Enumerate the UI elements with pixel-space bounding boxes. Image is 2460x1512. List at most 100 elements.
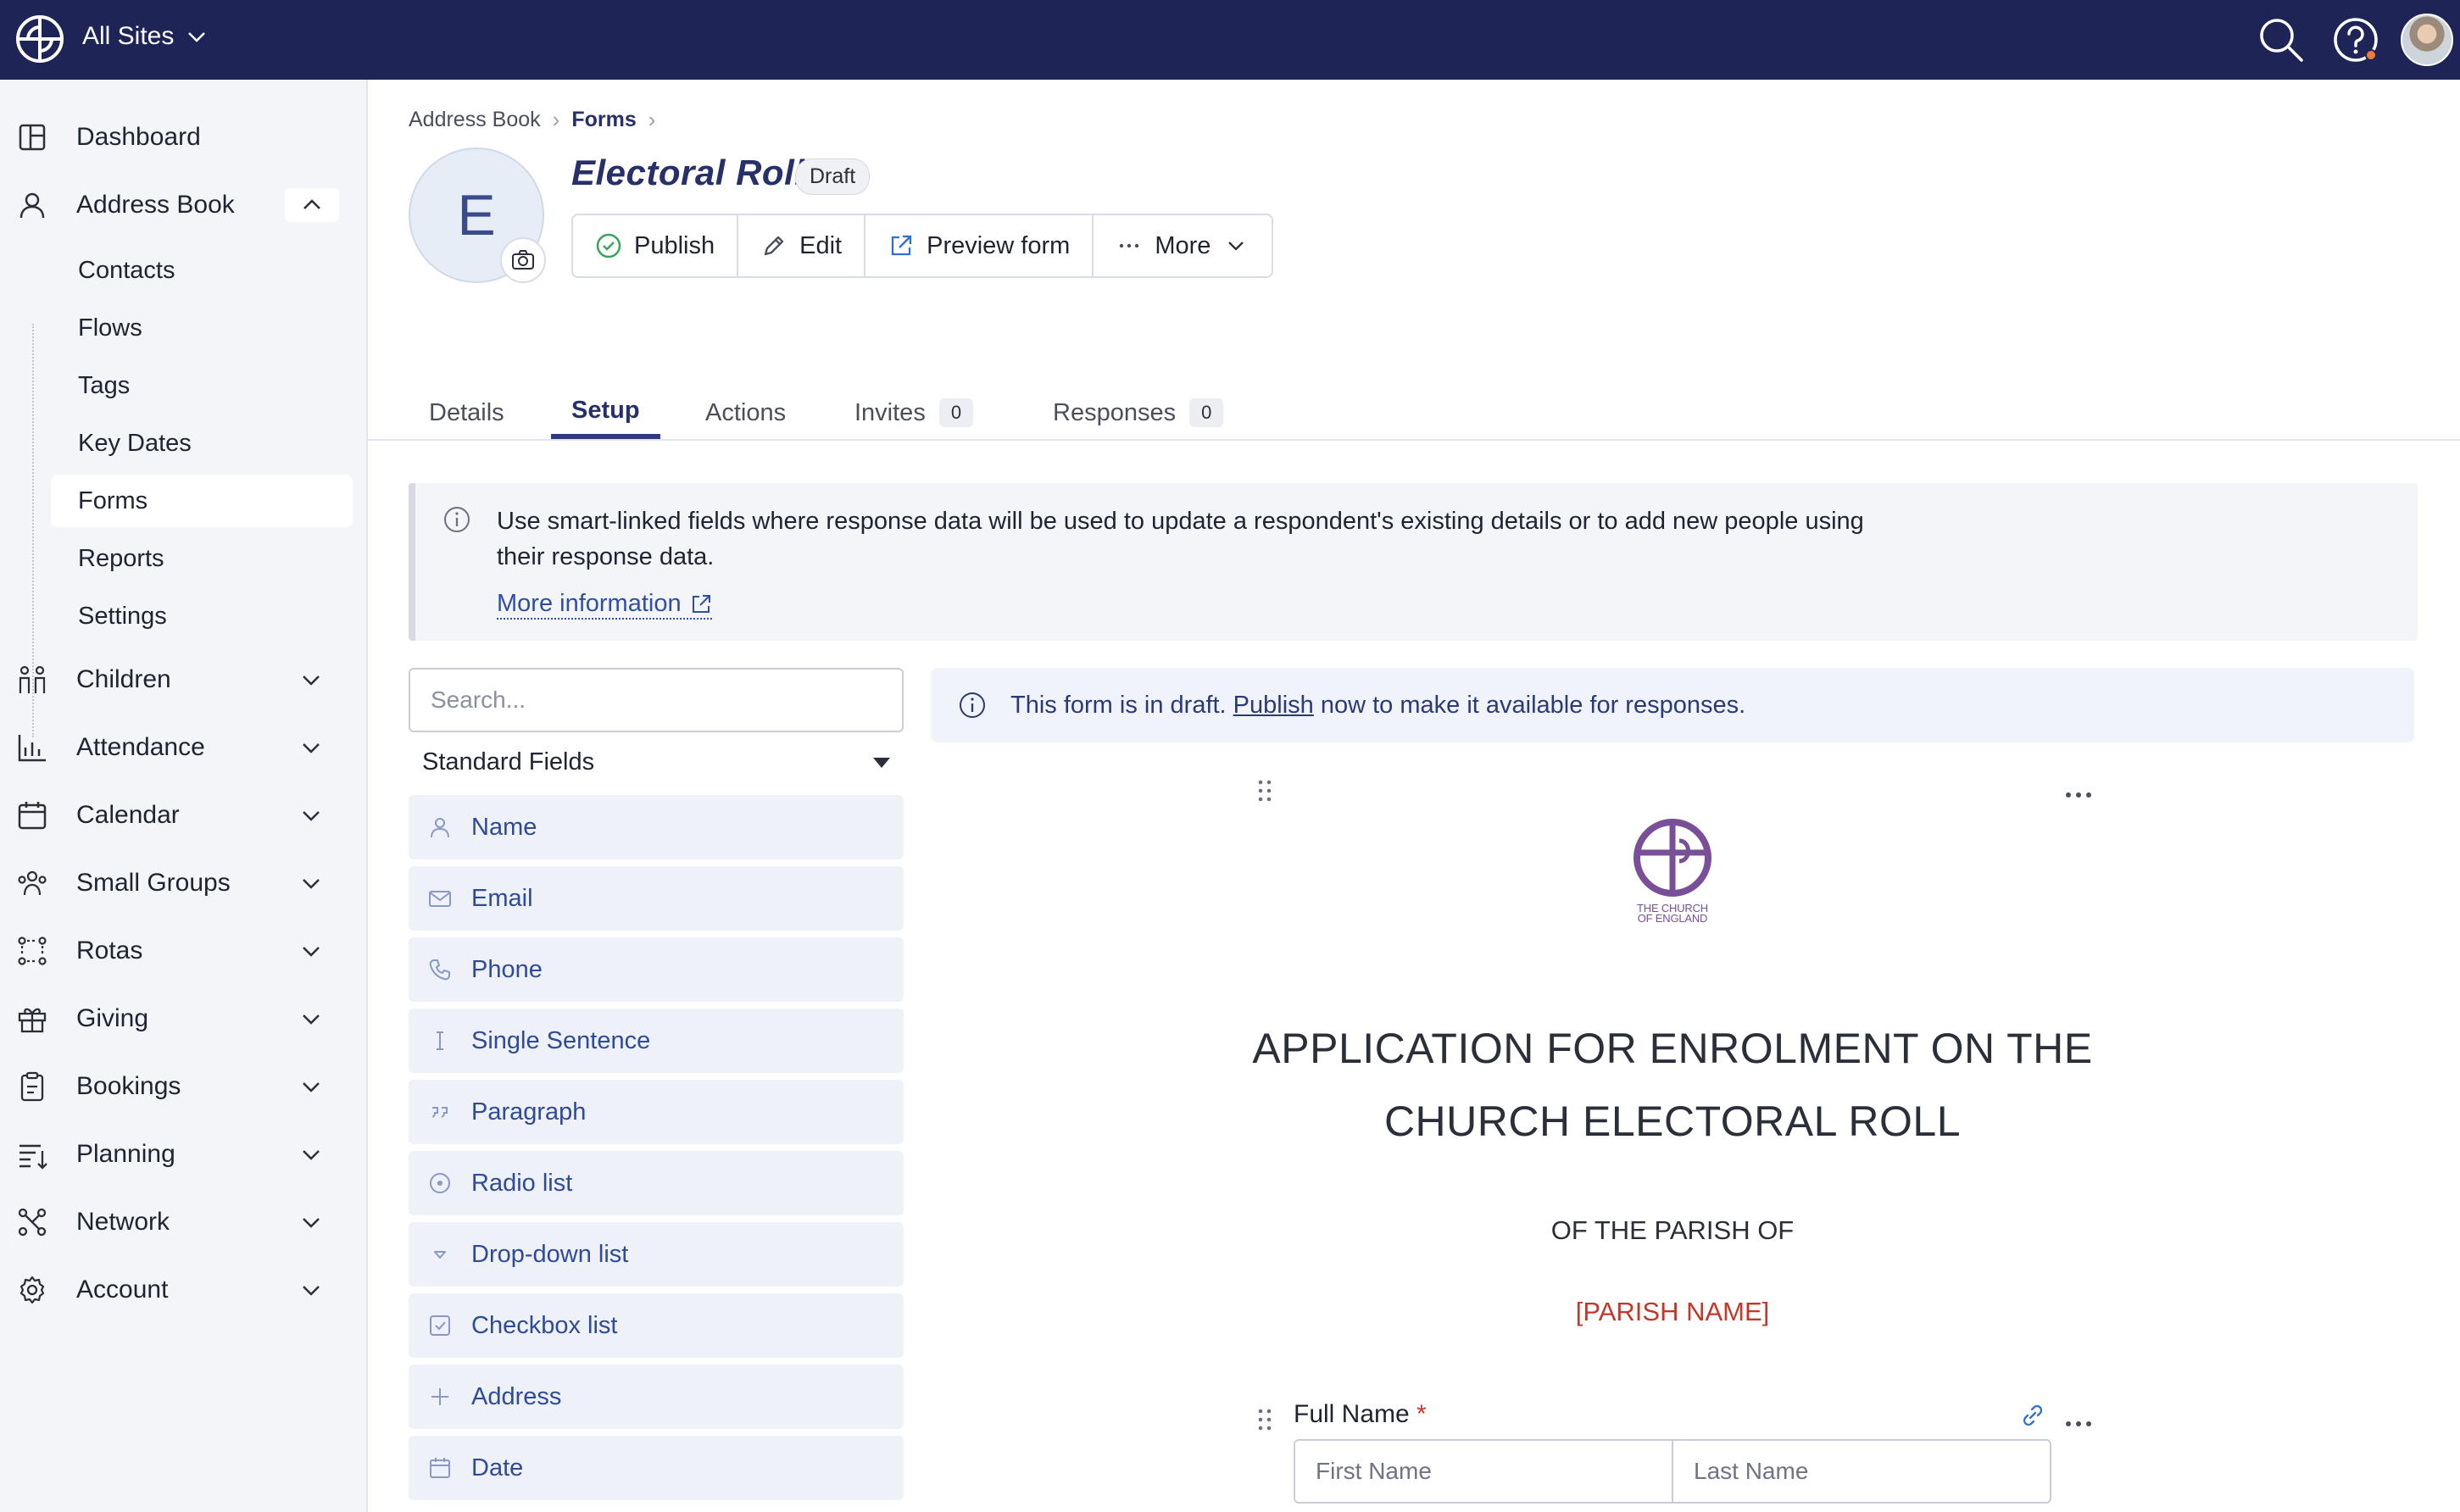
sidebar-item-label: Address Book <box>76 191 235 219</box>
field-item-label: Drop-down list <box>471 1240 629 1268</box>
more-label: More <box>1155 231 1211 259</box>
sidebar-item-planning[interactable]: Planning <box>0 1129 368 1180</box>
chevron-down-icon[interactable] <box>298 667 324 692</box>
sidebar-item-contacts[interactable]: Contacts <box>51 244 353 297</box>
chevron-right-icon: › <box>648 107 656 132</box>
network-icon <box>18 1208 47 1237</box>
envelope-icon <box>429 891 451 907</box>
sidebar-item-account[interactable]: Account <box>0 1265 368 1315</box>
chevron-up-icon <box>303 199 320 209</box>
field-item-phone[interactable]: Phone <box>409 937 904 1002</box>
quote-icon <box>431 1107 448 1118</box>
logo-text: THE CHURCH OF ENGLAND <box>1626 903 1719 924</box>
drag-handle-icon[interactable] <box>1256 778 1273 803</box>
chevron-down-icon[interactable] <box>298 1277 324 1303</box>
field-item-single-sentence[interactable]: Single Sentence <box>409 1009 904 1073</box>
more-information-link[interactable]: More information <box>497 590 712 620</box>
info-icon <box>960 692 985 718</box>
field-item-paragraph[interactable]: Paragraph <box>409 1080 904 1144</box>
sidebar-item-label: Network <box>76 1208 170 1236</box>
chevron-down-icon[interactable] <box>298 1209 324 1235</box>
collapse-address-book-button[interactable] <box>285 188 339 222</box>
form-heading: APPLICATION FOR ENROLMENT ON THE CHURCH … <box>1185 1012 2160 1158</box>
search-button[interactable] <box>2257 15 2306 64</box>
draft-notice: This form is in draft. Publish now to ma… <box>931 668 2414 742</box>
preview-form-button[interactable]: Preview form <box>865 215 1094 276</box>
sidebar-item-rotas[interactable]: Rotas <box>0 926 368 976</box>
field-item-address[interactable]: Address <box>409 1365 904 1429</box>
preview-label: Preview form <box>927 231 1071 259</box>
notification-dot <box>2365 49 2377 61</box>
draft-publish-link[interactable]: Publish <box>1233 692 1314 719</box>
field-item-label: Checkbox list <box>471 1311 618 1339</box>
chevron-down-icon[interactable] <box>298 938 324 964</box>
camera-icon <box>512 250 534 270</box>
app-logo-icon[interactable] <box>15 14 64 64</box>
block-options-icon[interactable] <box>2062 787 2095 803</box>
status-badge: Draft <box>795 158 871 195</box>
sidebar-item-reports[interactable]: Reports <box>51 532 353 585</box>
sidebar-item-bookings[interactable]: Bookings <box>0 1061 368 1112</box>
sidebar-item-calendar[interactable]: Calendar <box>0 790 368 841</box>
responses-count-badge: 0 <box>1189 398 1224 427</box>
tab-invites[interactable]: Invites 0 <box>854 386 974 439</box>
chevron-down-icon[interactable] <box>298 803 324 828</box>
field-item-email[interactable]: Email <box>409 866 904 931</box>
sidebar-item-dashboard[interactable]: Dashboard <box>0 112 368 163</box>
field-item-dropdown-list[interactable]: Drop-down list <box>409 1222 904 1287</box>
sidebar-item-label: Calendar <box>76 801 180 829</box>
more-button[interactable]: More <box>1094 215 1272 276</box>
sidebar-item-settings[interactable]: Settings <box>51 590 353 642</box>
chevron-down-icon <box>188 32 206 42</box>
sidebar-item-network[interactable]: Network <box>0 1197 368 1248</box>
field-item-checkbox-list[interactable]: Checkbox list <box>409 1293 904 1358</box>
chevron-down-icon[interactable] <box>298 870 324 896</box>
radio-icon <box>430 1173 450 1193</box>
site-switcher[interactable]: All Sites <box>82 22 208 51</box>
calendar-icon <box>430 1458 450 1478</box>
field-category-select[interactable]: Standard Fields <box>409 742 904 781</box>
sidebar-item-forms[interactable]: Forms <box>51 475 353 527</box>
field-search-input[interactable] <box>409 668 904 732</box>
tab-setup[interactable]: Setup <box>551 386 660 439</box>
field-item-radio-list[interactable]: Radio list <box>409 1151 904 1215</box>
sidebar-item-label: Bookings <box>76 1072 181 1100</box>
publish-button[interactable]: Publish <box>573 215 739 276</box>
field-item-name[interactable]: Name <box>409 795 904 859</box>
sidebar-item-attendance[interactable]: Attendance <box>0 722 368 773</box>
edit-button[interactable]: Edit <box>738 215 866 276</box>
field-item-date[interactable]: Date <box>409 1436 904 1500</box>
last-name-input[interactable] <box>1673 1441 2050 1502</box>
chevron-down-icon[interactable] <box>298 1142 324 1167</box>
sidebar-item-small-groups[interactable]: Small Groups <box>0 858 368 909</box>
field-options-icon[interactable] <box>2062 1415 2095 1432</box>
first-name-input[interactable] <box>1295 1441 1673 1502</box>
tab-responses[interactable]: Responses 0 <box>1053 386 1224 439</box>
page-title: Electoral Roll <box>571 153 805 192</box>
sidebar-item-giving[interactable]: Giving <box>0 993 368 1044</box>
sidebar-item-tags[interactable]: Tags <box>51 359 353 412</box>
required-marker: * <box>1416 1400 1427 1428</box>
breadcrumb-address-book[interactable]: Address Book <box>409 108 541 132</box>
sidebar-item-flows[interactable]: Flows <box>51 302 353 354</box>
sidebar-item-children[interactable]: Children <box>0 654 368 705</box>
tab-actions[interactable]: Actions <box>705 386 786 439</box>
tab-label: Setup <box>571 396 640 424</box>
tab-details[interactable]: Details <box>429 386 504 439</box>
gear-icon <box>19 1276 45 1304</box>
sidebar-item-address-book[interactable]: Address Book <box>0 180 368 231</box>
drag-handle-icon[interactable] <box>1256 1407 1273 1432</box>
breadcrumb-forms[interactable]: Forms <box>571 108 636 132</box>
change-image-button[interactable] <box>500 237 546 283</box>
help-button[interactable] <box>2331 15 2380 64</box>
group-icon <box>18 870 47 896</box>
children-icon <box>19 665 46 693</box>
chevron-down-icon[interactable] <box>298 1074 324 1099</box>
chevron-down-icon[interactable] <box>298 735 324 760</box>
smart-link-icon[interactable] <box>2019 1402 2046 1429</box>
tab-label: Invites <box>854 398 926 426</box>
chevron-down-icon[interactable] <box>298 1006 324 1031</box>
full-name-label: Full Name * <box>1294 1400 1427 1429</box>
sidebar-item-key-dates[interactable]: Key Dates <box>51 417 353 470</box>
user-avatar[interactable] <box>2401 14 2453 66</box>
